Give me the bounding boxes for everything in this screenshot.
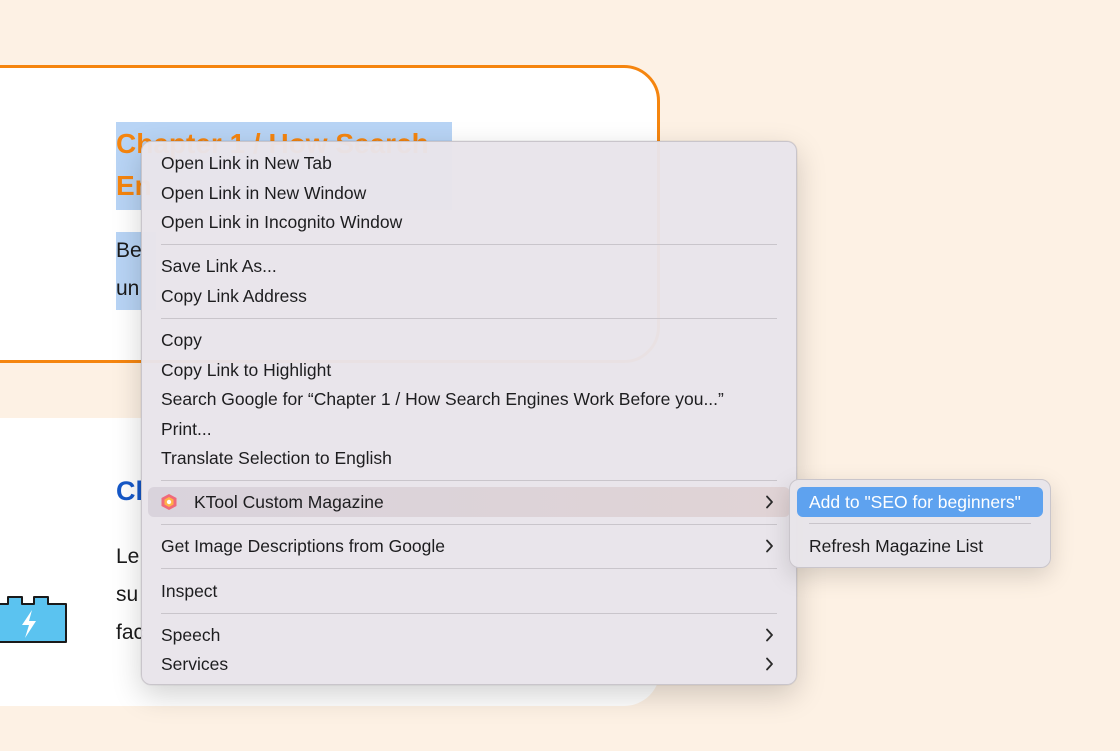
menu-item-print[interactable]: Print... bbox=[148, 414, 790, 444]
menu-separator bbox=[161, 524, 777, 525]
menu-separator bbox=[161, 568, 777, 569]
menu-item-label: Get Image Descriptions from Google bbox=[161, 536, 446, 556]
submenu-item-add-to-magazine[interactable]: Add to "SEO for beginners" bbox=[797, 487, 1043, 517]
article2-heading[interactable]: Cl bbox=[116, 476, 143, 507]
menu-item-label: Print... bbox=[161, 419, 212, 439]
menu-item-label: Speech bbox=[161, 625, 221, 645]
lightning-block-icon bbox=[0, 596, 67, 643]
menu-item-label: Open Link in New Tab bbox=[161, 153, 332, 173]
chevron-right-icon bbox=[762, 487, 776, 517]
menu-item-label: Open Link in New Window bbox=[161, 183, 367, 203]
chevron-right-icon bbox=[762, 649, 776, 679]
menu-item-inspect[interactable]: Inspect bbox=[148, 576, 790, 606]
submenu-item-refresh-magazine-list[interactable]: Refresh Magazine List bbox=[797, 531, 1043, 561]
article2-body-line3: fac bbox=[116, 621, 145, 644]
menu-separator bbox=[161, 318, 777, 319]
menu-item-save-link-as[interactable]: Save Link As... bbox=[148, 251, 790, 281]
menu-item-copy-link-address[interactable]: Copy Link Address bbox=[148, 281, 790, 311]
menu-item-open-incognito[interactable]: Open Link in Incognito Window bbox=[148, 207, 790, 237]
article2-body-line2: su bbox=[116, 583, 139, 606]
menu-item-open-new-window[interactable]: Open Link in New Window bbox=[148, 178, 790, 208]
submenu-item-label: Refresh Magazine List bbox=[809, 536, 984, 556]
menu-item-services[interactable]: Services bbox=[148, 649, 790, 679]
menu-item-label: Copy Link Address bbox=[161, 286, 307, 306]
context-menu: Open Link in New Tab Open Link in New Wi… bbox=[141, 141, 797, 685]
article-body-line2: un bbox=[116, 277, 140, 300]
menu-item-label: Open Link in Incognito Window bbox=[161, 212, 403, 232]
menu-item-open-new-tab[interactable]: Open Link in New Tab bbox=[148, 148, 790, 178]
article2-body-line1: Le bbox=[116, 545, 140, 568]
menu-item-label: Translate Selection to English bbox=[161, 448, 392, 468]
article-body-line1: Be bbox=[116, 239, 142, 262]
menu-item-translate-selection[interactable]: Translate Selection to English bbox=[148, 443, 790, 473]
menu-separator bbox=[161, 244, 777, 245]
menu-item-label: Copy Link to Highlight bbox=[161, 360, 332, 380]
menu-item-copy-link-to-highlight[interactable]: Copy Link to Highlight bbox=[148, 355, 790, 385]
ktool-submenu: Add to "SEO for beginners" Refresh Magaz… bbox=[789, 479, 1051, 568]
menu-item-speech[interactable]: Speech bbox=[148, 620, 790, 650]
menu-item-ktool-custom-magazine[interactable]: KTool Custom Magazine bbox=[148, 487, 790, 517]
menu-item-copy[interactable]: Copy bbox=[148, 325, 790, 355]
menu-item-label: Services bbox=[161, 654, 229, 674]
menu-item-search-google[interactable]: Search Google for “Chapter 1 / How Searc… bbox=[148, 384, 790, 414]
menu-item-image-descriptions[interactable]: Get Image Descriptions from Google bbox=[148, 531, 790, 561]
menu-item-label: Search Google for “Chapter 1 / How Searc… bbox=[161, 389, 724, 409]
chevron-right-icon bbox=[762, 531, 776, 561]
submenu-item-label: Add to "SEO for beginners" bbox=[809, 492, 1021, 512]
ktool-extension-icon bbox=[161, 494, 177, 510]
menu-separator bbox=[161, 480, 777, 481]
menu-item-label: Copy bbox=[161, 330, 202, 350]
menu-item-label: Save Link As... bbox=[161, 256, 277, 276]
menu-separator bbox=[161, 613, 777, 614]
menu-item-label: Inspect bbox=[161, 581, 218, 601]
menu-item-label: KTool Custom Magazine bbox=[194, 492, 384, 512]
chevron-right-icon bbox=[762, 620, 776, 650]
menu-separator bbox=[809, 523, 1031, 524]
